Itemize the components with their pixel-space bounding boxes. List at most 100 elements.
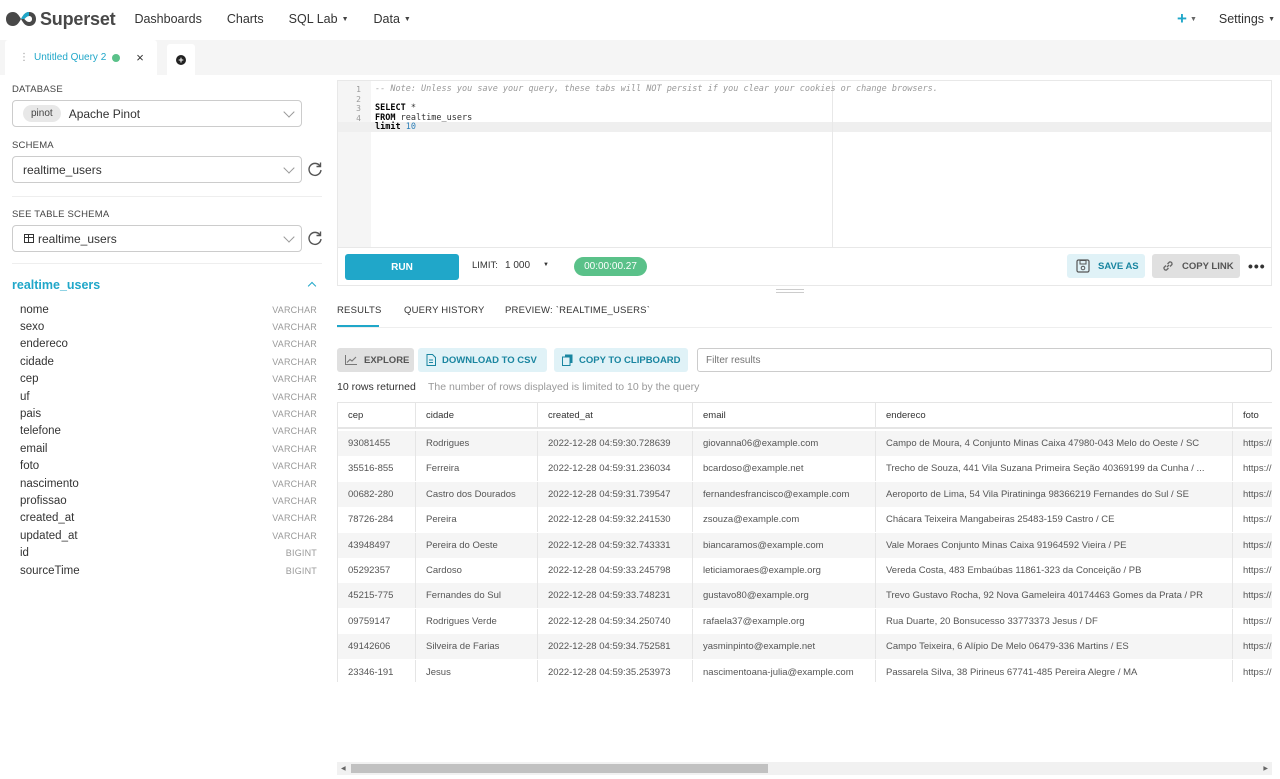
divider	[12, 196, 322, 197]
code-line-from: FROM realtime_users	[375, 113, 472, 123]
table-cell: 43948497	[338, 532, 416, 558]
database-label: DATABASE	[12, 84, 63, 95]
column-type: VARCHAR	[272, 391, 317, 402]
caret-down-icon: ▼	[403, 15, 411, 23]
column-item[interactable]: telefone VARCHAR	[20, 423, 317, 440]
tab-query-history[interactable]: QUERY HISTORY	[404, 305, 485, 316]
column-item[interactable]: cidade VARCHAR	[20, 353, 317, 370]
table-cell: https://	[1233, 558, 1272, 583]
table-cell: https://	[1233, 660, 1272, 682]
column-type: VARCHAR	[272, 530, 317, 541]
column-header[interactable]: cep	[338, 403, 416, 427]
database-select[interactable]: pinot Apache Pinot	[12, 100, 302, 127]
refresh-table-icon[interactable]	[307, 230, 323, 246]
horizontal-scrollbar[interactable]: ◀ ▶	[337, 762, 1272, 775]
explore-button[interactable]: EXPLORE	[337, 348, 414, 372]
scroll-left-icon[interactable]: ◀	[341, 765, 346, 772]
copy-link-button[interactable]: COPY LINK	[1152, 254, 1240, 278]
nav-charts[interactable]: Charts	[227, 12, 264, 26]
nav-sql-lab[interactable]: SQL Lab ▼	[289, 12, 349, 26]
column-item[interactable]: created_at VARCHAR	[20, 510, 317, 527]
column-header[interactable]: email	[693, 403, 876, 427]
save-as-button[interactable]: SAVE AS	[1067, 254, 1145, 278]
save-as-label: SAVE AS	[1098, 260, 1139, 272]
table-cell: Campo de Moura, 4 Conjunto Minas Caixa 4…	[876, 431, 1233, 456]
table-cell: giovanna06@example.com	[693, 431, 876, 456]
column-item[interactable]: cep VARCHAR	[20, 371, 317, 388]
table-cell: Aeroporto de Lima, 54 Vila Piratininga 9…	[876, 481, 1233, 507]
column-type: BIGINT	[285, 565, 317, 576]
left-sidebar: DATABASE pinot Apache Pinot SCHEMA realt…	[0, 75, 330, 779]
caret-down-icon: ▼	[341, 15, 349, 23]
filter-results-input[interactable]	[697, 348, 1272, 372]
add-tab-button[interactable]: +	[167, 44, 195, 75]
table-cell: biancaramos@example.com	[693, 532, 876, 558]
table-row: 49142606 Silveira de Farias 2022-12-28 04:…	[338, 634, 1272, 660]
drag-handle-icon[interactable]: ⋮	[19, 52, 29, 63]
column-item[interactable]: foto VARCHAR	[20, 458, 317, 475]
nav-data[interactable]: Data ▼	[374, 12, 411, 26]
column-type: VARCHAR	[272, 374, 317, 385]
sql-editor[interactable]: 1 2 3 4 5 -- Note: Unless you save your …	[337, 80, 1272, 248]
query-tab[interactable]: ⋮ Untitled Query 2 ×	[5, 40, 157, 75]
print-margin	[832, 81, 833, 247]
table-cell: Rua Duarte, 20 Bonsucesso 33773373 Jesus…	[876, 608, 1233, 634]
column-name: created_at	[20, 512, 75, 525]
download-csv-label: DOWNLOAD TO CSV	[442, 354, 537, 366]
table-cell: 00682-280	[338, 481, 416, 507]
table-cell: https://	[1233, 507, 1272, 532]
table-cell: Rodrigues Verde	[416, 608, 538, 634]
caret-down-icon[interactable]: ▼	[543, 262, 549, 268]
column-item[interactable]: sexo VARCHAR	[20, 318, 317, 335]
table-cell: Vereda Costa, 483 Embaúbas 11861-323 da …	[876, 558, 1233, 583]
column-header[interactable]: created_at	[538, 403, 693, 427]
column-type: VARCHAR	[272, 461, 317, 472]
download-csv-button[interactable]: DOWNLOAD TO CSV	[418, 348, 547, 372]
column-item[interactable]: email VARCHAR	[20, 440, 317, 457]
brand-logo-link[interactable]: Superset	[5, 9, 116, 30]
schema-select[interactable]: realtime_users	[12, 156, 302, 183]
chevron-down-icon	[283, 231, 295, 243]
table-schema-title[interactable]: realtime_users	[12, 278, 100, 292]
column-header[interactable]: endereco	[876, 403, 1233, 427]
resize-handle[interactable]	[776, 289, 804, 293]
more-options-icon[interactable]: •••	[1248, 258, 1266, 274]
nav-charts-label: Charts	[226, 12, 264, 26]
column-item[interactable]: nascimento VARCHAR	[20, 475, 317, 492]
column-item[interactable]: profissao VARCHAR	[20, 492, 317, 509]
settings-menu[interactable]: Settings ▼	[1219, 12, 1275, 26]
table-row: 45215-775 Fernandes do Sul 2022-12-28 04:5…	[338, 583, 1272, 609]
column-header[interactable]: foto	[1233, 403, 1272, 427]
column-item[interactable]: updated_at VARCHAR	[20, 527, 317, 544]
column-name: sexo	[20, 320, 45, 333]
column-item[interactable]: uf VARCHAR	[20, 388, 317, 405]
scrollbar-thumb[interactable]	[351, 764, 768, 773]
table-select[interactable]: realtime_users	[12, 225, 302, 252]
limit-dropdown[interactable]: 1 000	[505, 260, 530, 271]
tabs-divider	[337, 327, 1272, 328]
column-item[interactable]: nome VARCHAR	[20, 301, 317, 318]
column-item[interactable]: pais VARCHAR	[20, 405, 317, 422]
table-row: 78726-284 Pereira 2022-12-28 04:59:32.2415…	[338, 507, 1272, 533]
copy-clipboard-button[interactable]: COPY TO CLIPBOARD	[554, 348, 688, 372]
refresh-schema-icon[interactable]	[307, 161, 323, 177]
copy-link-label: COPY LINK	[1182, 260, 1234, 272]
run-button[interactable]: RUN	[345, 254, 459, 280]
column-header[interactable]: cidade	[416, 403, 538, 427]
column-name: email	[20, 442, 48, 455]
table-cell: 2022-12-28 04:59:31.739547	[538, 481, 693, 507]
chevron-up-icon[interactable]	[307, 281, 317, 291]
tab-results[interactable]: RESULTS	[337, 305, 382, 316]
table-cell: https://	[1233, 456, 1272, 481]
code-number: 10	[400, 122, 416, 132]
column-item[interactable]: id BIGINT	[20, 545, 317, 562]
nav-sql-lab-label: SQL Lab	[288, 12, 338, 26]
new-menu-button[interactable]: + ▼	[1177, 9, 1197, 29]
close-icon[interactable]: ×	[136, 50, 144, 65]
column-item[interactable]: endereco VARCHAR	[20, 336, 317, 353]
scroll-right-icon[interactable]: ▶	[1263, 765, 1268, 772]
nav-dashboards[interactable]: Dashboards	[134, 12, 201, 26]
tab-preview[interactable]: PREVIEW: `REALTIME_USERS`	[505, 305, 650, 316]
table-cell: 2022-12-28 04:59:32.743331	[538, 532, 693, 558]
column-item[interactable]: sourceTime BIGINT	[20, 562, 317, 579]
